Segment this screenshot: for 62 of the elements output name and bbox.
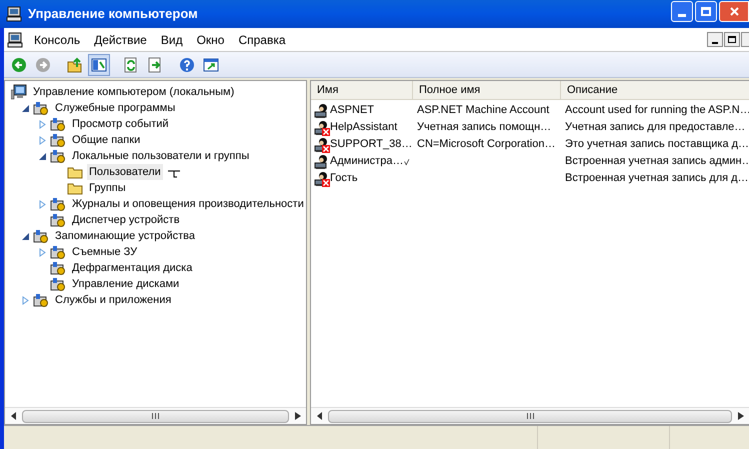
tree-item[interactable]: Журналы и оповещения производительности <box>70 196 306 212</box>
tree-item[interactable]: Служебные программы <box>53 100 178 116</box>
tool-icon <box>33 292 49 308</box>
table-cell-text: Это учетная запись поставщика д… <box>564 137 749 152</box>
table-cell-text: Встроенная учетная запись для д… <box>564 171 749 186</box>
table-cell-text: ASPNET <box>330 103 374 118</box>
menu-item[interactable]: Окно <box>190 30 232 48</box>
tool-icon <box>50 260 66 276</box>
tool-icon <box>50 132 66 148</box>
table-cell-text: Гость <box>330 171 358 186</box>
tool-icon <box>50 276 66 292</box>
table-cell-text: Встроенная учетная запись админ… <box>564 154 749 170</box>
expander-icon[interactable] <box>20 232 30 240</box>
scroll-thumb[interactable] <box>328 410 732 422</box>
table-cell-text: Учетная запись для предоставле… <box>564 120 746 136</box>
table-cell-text: Account used for running the ASP.N… <box>564 103 749 118</box>
window-title: Управление компьютером <box>28 5 198 24</box>
close-icon <box>730 7 738 16</box>
restore-button[interactable] <box>724 32 740 47</box>
computer-icon <box>6 6 22 22</box>
menu-item[interactable]: Действие <box>87 30 154 48</box>
column-header[interactable]: Полное имя <box>413 81 561 99</box>
console-icon <box>7 32 23 48</box>
menu-item[interactable]: Справка <box>231 30 293 48</box>
tree-item[interactable]: Диспетчер устройств <box>70 212 182 228</box>
computer-icon <box>11 84 27 100</box>
tree-item[interactable]: Пользователи <box>87 164 163 180</box>
table-cell-text: Администра… <box>330 154 404 170</box>
table-cell-text: Учетная запись помощн… <box>416 120 552 136</box>
table-cell-text: SUPPORT_38… <box>330 137 412 152</box>
menu-item[interactable]: Вид <box>154 30 190 48</box>
tool-icon <box>33 228 49 244</box>
tool-icon <box>50 116 66 132</box>
column-header[interactable]: Описание <box>561 81 749 99</box>
tree-item[interactable]: Локальные пользователи и группы <box>70 148 252 164</box>
tree-item[interactable]: Просмотр событий <box>70 116 171 132</box>
tree-item[interactable]: Дефрагментация диска <box>70 260 194 276</box>
table-cell-text: HelpAssistant <box>330 120 398 136</box>
tool-icon <box>50 212 66 228</box>
tree-item[interactable]: Управление компьютером (локальным) <box>31 84 236 100</box>
menu-item[interactable]: Консоль <box>27 30 88 48</box>
horizontal-scrollbar[interactable] <box>5 407 306 424</box>
table-cell-text: CN=Microsoft Corporation… <box>416 137 556 152</box>
tool-icon <box>50 244 66 260</box>
minimize-button[interactable] <box>707 32 723 47</box>
tool-icon <box>50 148 66 164</box>
scroll-thumb[interactable] <box>22 410 289 422</box>
tree-item[interactable]: Общие папки <box>70 132 142 148</box>
tool-icon <box>33 100 49 116</box>
tree-toggle-button[interactable] <box>88 54 110 76</box>
table-cell-text: ASP.NET Machine Account <box>416 103 550 118</box>
tool-icon <box>50 196 66 212</box>
tree-item[interactable]: Управление дисками <box>70 276 182 292</box>
tree-item[interactable]: Группы <box>87 180 128 196</box>
expander-icon[interactable] <box>38 152 46 160</box>
expander-icon[interactable] <box>20 104 30 112</box>
tree-item[interactable]: Запоминающие устройства <box>53 228 198 244</box>
tree-item[interactable]: Съемные ЗУ <box>70 244 140 260</box>
maximize-button[interactable] <box>695 1 717 22</box>
column-header[interactable]: Имя <box>311 81 413 99</box>
tree-item[interactable]: Службы и приложения <box>53 292 174 308</box>
horizontal-scrollbar[interactable] <box>311 407 749 424</box>
